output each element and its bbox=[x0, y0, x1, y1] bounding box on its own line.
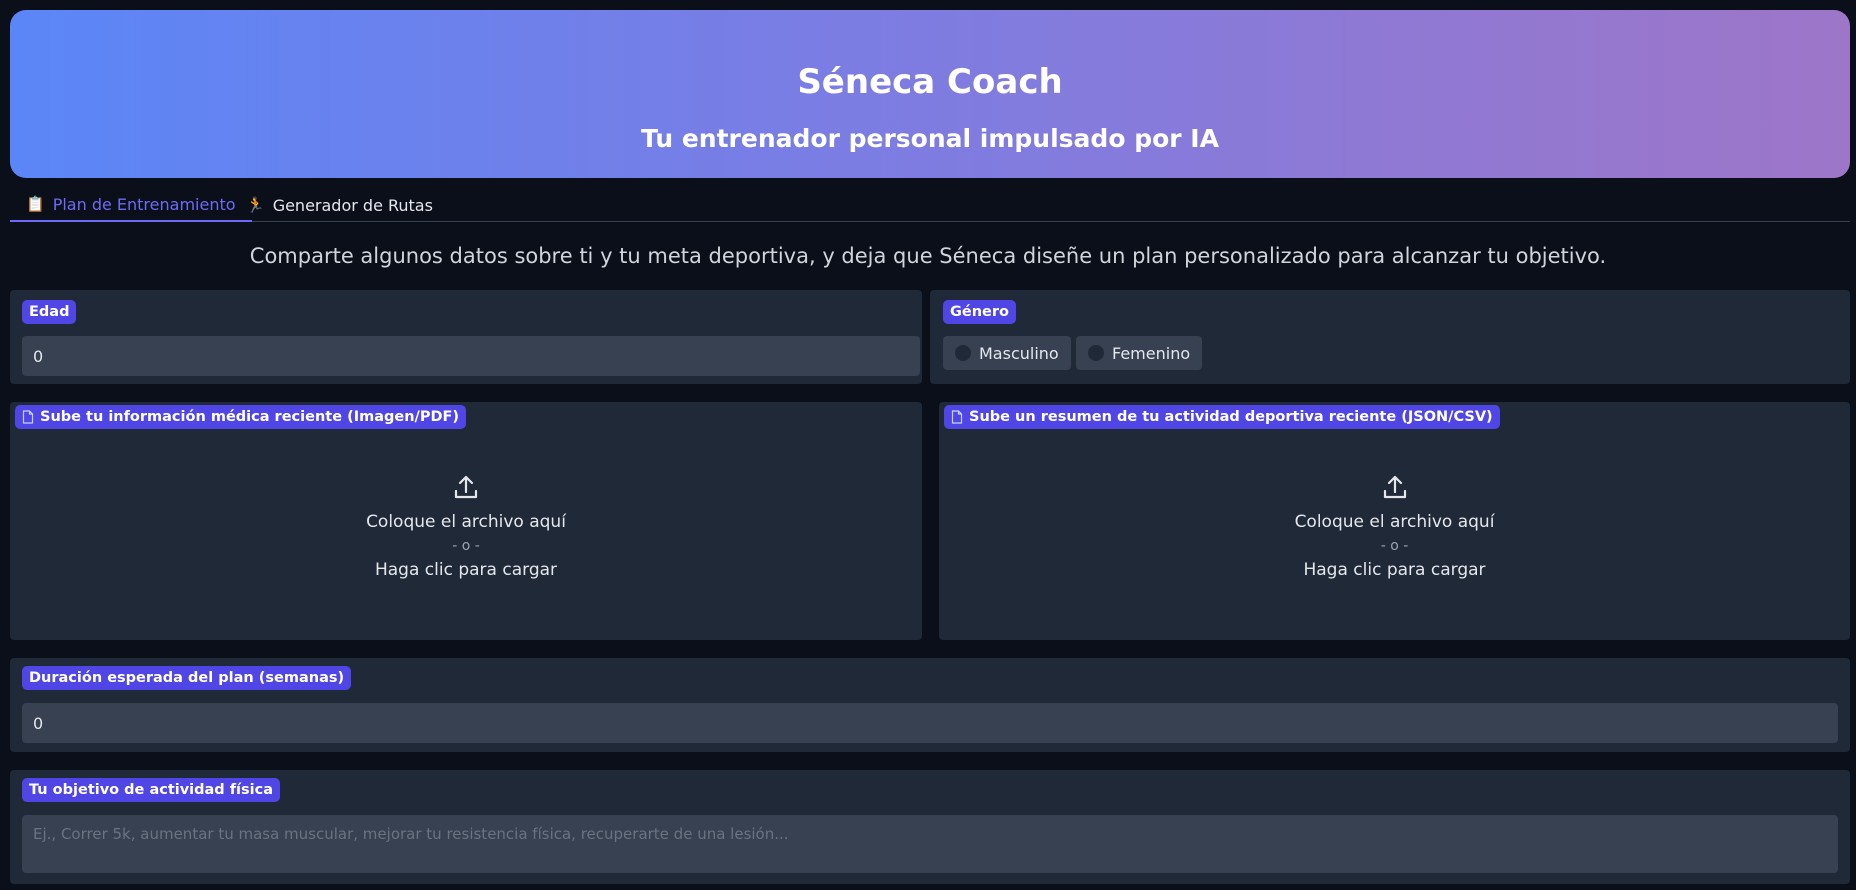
runner-icon: 🏃 bbox=[246, 196, 265, 214]
intro-description: Comparte algunos datos sobre ti y tu met… bbox=[249, 244, 1607, 268]
medical-upload-label: Sube tu información médica reciente (Ima… bbox=[15, 405, 467, 429]
radio-circle-icon[interactable] bbox=[955, 345, 971, 361]
click-to-upload-text: Haga clic para cargar bbox=[374, 560, 558, 580]
duration-panel: Duración esperada del plan (semanas) 0 bbox=[10, 658, 1850, 752]
tab-label: Generador de Rutas bbox=[272, 195, 433, 215]
goal-panel: Tu objetivo de actividad física bbox=[10, 770, 1850, 884]
clipboard-icon: 📋 bbox=[26, 195, 45, 213]
app-subtitle: Tu entrenador personal impulsado por IA bbox=[641, 124, 1219, 153]
duration-input[interactable]: 0 bbox=[22, 703, 1838, 743]
goal-textarea[interactable] bbox=[22, 815, 1838, 873]
tab-bar: 📋 Plan de Entrenamiento 🏃 Generador de R… bbox=[10, 188, 1850, 222]
drop-text: Coloque el archivo aquí bbox=[366, 512, 566, 532]
gender-option-femenino[interactable]: Femenino bbox=[1076, 336, 1203, 370]
upload-icon bbox=[1383, 475, 1406, 499]
app-root: Séneca Coach Tu entrenador personal impu… bbox=[0, 0, 1856, 890]
app-title: Séneca Coach bbox=[797, 62, 1063, 102]
age-panel: Edad 0 bbox=[10, 290, 922, 384]
duration-label: Duración esperada del plan (semanas) bbox=[22, 666, 352, 690]
drop-text: Coloque el archivo aquí bbox=[1294, 512, 1495, 532]
file-icon bbox=[22, 410, 34, 424]
click-to-upload-text: Haga clic para cargar bbox=[1303, 560, 1486, 580]
medical-upload-label-text: Sube tu información médica reciente (Ima… bbox=[40, 409, 460, 425]
activity-upload-prompt[interactable]: Coloque el archivo aquí - o - Haga clic … bbox=[939, 474, 1850, 580]
gender-option-masculino[interactable]: Masculino bbox=[943, 336, 1071, 370]
tab-generador-de-rutas[interactable]: 🏃 Generador de Rutas bbox=[246, 188, 433, 222]
activity-upload-dropzone[interactable]: Sube un resumen de tu actividad deportiv… bbox=[939, 402, 1850, 640]
age-label: Edad bbox=[22, 300, 77, 324]
goal-label: Tu objetivo de actividad física bbox=[22, 778, 280, 802]
activity-upload-label-text: Sube un resumen de tu actividad deportiv… bbox=[969, 409, 1493, 425]
or-separator: - o - bbox=[452, 538, 480, 554]
age-input[interactable]: 0 bbox=[22, 336, 920, 376]
file-icon bbox=[951, 410, 963, 424]
medical-upload-dropzone[interactable]: Sube tu información médica reciente (Ima… bbox=[10, 402, 922, 640]
radio-circle-icon[interactable] bbox=[1088, 345, 1104, 361]
header-banner: Séneca Coach Tu entrenador personal impu… bbox=[10, 10, 1850, 178]
tab-label: Plan de Entrenamiento bbox=[52, 194, 236, 214]
upload-icon bbox=[454, 475, 478, 499]
activity-upload-label: Sube un resumen de tu actividad deportiv… bbox=[944, 405, 1500, 429]
or-separator: - o - bbox=[1380, 538, 1409, 554]
radio-label: Masculino bbox=[979, 343, 1059, 363]
radio-label: Femenino bbox=[1112, 343, 1191, 363]
tab-plan-de-entrenamiento[interactable]: 📋 Plan de Entrenamiento bbox=[10, 188, 252, 222]
medical-upload-prompt[interactable]: Coloque el archivo aquí - o - Haga clic … bbox=[10, 474, 922, 580]
gender-label: Género bbox=[943, 300, 1017, 324]
